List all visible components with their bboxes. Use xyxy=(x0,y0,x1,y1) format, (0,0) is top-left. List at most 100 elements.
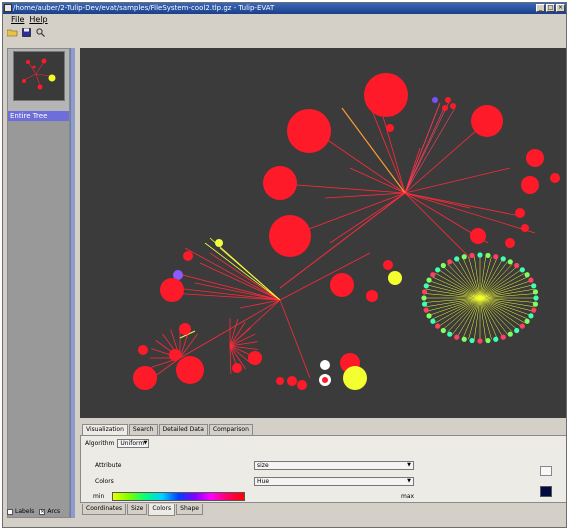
graph-node xyxy=(423,283,429,289)
left-panel: Entire Tree xyxy=(7,48,70,518)
graph-node xyxy=(176,356,204,384)
graph-node xyxy=(505,238,515,248)
panel-splitter[interactable] xyxy=(70,48,75,518)
graph-edge xyxy=(404,192,471,209)
graph-node xyxy=(421,289,428,295)
open-folder-icon[interactable] xyxy=(7,27,18,37)
app-icon xyxy=(4,4,12,12)
color-swatch-dark[interactable] xyxy=(540,486,552,497)
graph-node xyxy=(183,251,193,261)
graph-edge xyxy=(404,167,511,194)
labels-toggle[interactable]: Labels xyxy=(7,508,34,515)
graph-edge xyxy=(199,262,281,301)
status-bar: Labels ✕ Arcs xyxy=(7,508,60,515)
graph-edge xyxy=(429,280,481,299)
tab-search[interactable]: Search xyxy=(128,424,158,435)
zoom-icon[interactable] xyxy=(35,27,46,37)
graph-node xyxy=(421,295,427,301)
graph-node xyxy=(477,338,483,344)
graph-edge xyxy=(279,252,371,301)
save-icon[interactable] xyxy=(21,27,32,37)
arcs-toggle[interactable]: ✕ Arcs xyxy=(39,508,60,515)
arcs-checkbox[interactable]: ✕ xyxy=(39,508,46,515)
attribute-select[interactable]: size ▼ xyxy=(254,461,414,470)
graph-node xyxy=(500,256,506,262)
graph-edge xyxy=(204,242,281,301)
title-bar[interactable]: /home/auber/2-Tulip-Dev/evat/samples/Fil… xyxy=(3,3,566,14)
graph-node xyxy=(514,262,520,269)
graph-node xyxy=(269,215,311,257)
tree-view[interactable] xyxy=(8,121,69,517)
graph-node xyxy=(215,239,223,247)
graph-node xyxy=(179,323,191,335)
graph-visualization[interactable] xyxy=(80,48,567,418)
graph-edge xyxy=(239,299,281,309)
graph-node xyxy=(531,283,537,289)
graph-edge xyxy=(479,297,531,316)
graph-node xyxy=(320,360,330,370)
graph-node xyxy=(493,336,499,342)
graph-node xyxy=(469,252,475,259)
tab-comparison[interactable]: Comparison xyxy=(208,424,253,435)
graph-node xyxy=(440,262,446,269)
graph-node xyxy=(454,334,460,340)
chevron-down-icon: ▼ xyxy=(143,440,148,446)
close-button[interactable]: × xyxy=(556,4,565,12)
graph-edge xyxy=(404,107,456,194)
graph-node xyxy=(485,252,491,259)
graph-node xyxy=(388,271,402,285)
graph-edge xyxy=(179,333,198,359)
graph-node xyxy=(426,313,432,319)
graph-edge xyxy=(479,259,503,299)
minimize-button[interactable]: _ xyxy=(536,4,545,12)
tab-detailed-data[interactable]: Detailed Data xyxy=(158,424,208,435)
tab-size[interactable]: Size xyxy=(127,504,148,515)
graph-node xyxy=(532,289,539,295)
chevron-down-icon: ▼ xyxy=(407,478,411,484)
graph-edge xyxy=(229,299,281,347)
tab-colors[interactable]: Colors xyxy=(148,504,176,516)
colors-value: Hue xyxy=(257,478,270,485)
graph-node xyxy=(430,318,436,324)
color-swatch-light[interactable] xyxy=(540,466,552,476)
graph-node xyxy=(386,124,394,132)
algorithm-select[interactable]: Uniform ▼ xyxy=(117,439,150,448)
graph-node xyxy=(461,254,467,260)
maximize-button[interactable]: □ xyxy=(546,4,555,12)
graph-node xyxy=(485,337,491,344)
graph-node xyxy=(248,351,262,365)
graph-node xyxy=(519,267,525,273)
graph-node xyxy=(440,327,446,334)
graph-edge xyxy=(479,280,531,299)
graph-node xyxy=(477,252,483,258)
graph-node xyxy=(461,336,467,342)
disabled-controls xyxy=(419,462,481,506)
tab-coordinates[interactable]: Coordinates xyxy=(82,504,127,515)
graph-node xyxy=(435,267,441,273)
graph-node xyxy=(421,301,428,307)
graph-node xyxy=(524,318,530,324)
overview-thumbnail[interactable] xyxy=(13,51,65,101)
toolbar xyxy=(7,26,46,38)
graph-edge xyxy=(229,345,232,374)
menu-help[interactable]: Help xyxy=(29,14,47,25)
graph-edge xyxy=(184,247,281,301)
tree-item-entire-tree[interactable]: Entire Tree xyxy=(8,111,69,121)
graph-node xyxy=(423,307,429,313)
graph-node xyxy=(447,259,453,265)
graph-node xyxy=(330,273,354,297)
menu-file[interactable]: File xyxy=(11,14,24,25)
graph-node xyxy=(383,260,393,270)
graph-canvas[interactable] xyxy=(80,48,567,418)
tab-shape[interactable]: Shape xyxy=(176,504,203,515)
max-label: max xyxy=(401,493,415,500)
graph-edge xyxy=(479,297,503,337)
graph-edge xyxy=(429,297,481,316)
labels-checkbox[interactable] xyxy=(7,508,13,515)
colors-select[interactable]: Hue ▼ xyxy=(254,477,414,486)
color-gradient-bar xyxy=(112,492,245,501)
labels-text: Labels xyxy=(15,508,35,515)
attribute-value: size xyxy=(257,462,269,469)
graph-edge xyxy=(457,259,481,299)
graph-node xyxy=(364,73,408,117)
